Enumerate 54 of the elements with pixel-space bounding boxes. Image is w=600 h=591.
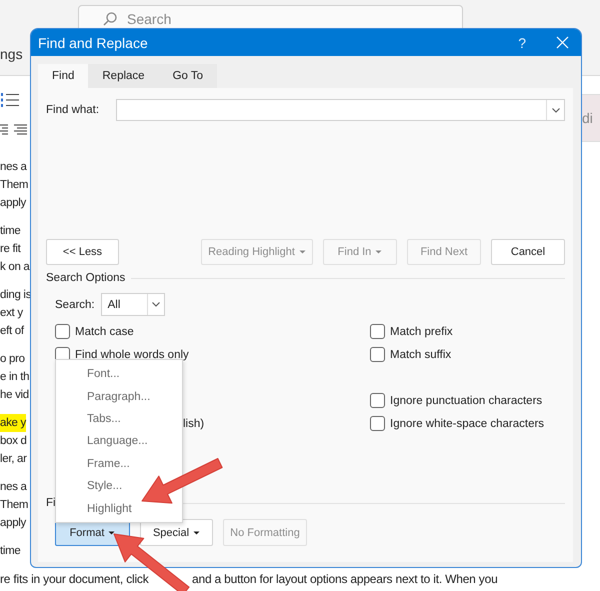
- document-text: re fits in your document, click: [0, 572, 150, 586]
- ribbon-label: ngs: [0, 46, 24, 62]
- button[interactable]: << Less: [46, 239, 119, 265]
- tab[interactable]: Replace: [88, 64, 159, 88]
- menu-item[interactable]: Frame...: [87, 452, 130, 475]
- document-text: Them: [0, 178, 28, 193]
- option-label: lish): [183, 418, 204, 430]
- field-label: Search:: [55, 298, 95, 310]
- section-title: Search Options: [46, 272, 126, 284]
- menu-item[interactable]: Style...: [87, 474, 122, 498]
- checkbox[interactable]: Ignore punctuation characters: [370, 389, 565, 412]
- menu-item[interactable]: Tabs...: [87, 408, 121, 430]
- document-text: ler, ar: [0, 452, 27, 467]
- document-text: k on a: [0, 260, 30, 275]
- checkbox[interactable]: Ignore white-space characters: [370, 412, 565, 435]
- align-icon: [0, 124, 28, 136]
- document-text: o pro: [0, 352, 25, 367]
- menu-item[interactable]: Paragraph...: [87, 385, 150, 408]
- tab[interactable]: Go To: [158, 64, 218, 88]
- document-text: nes a: [0, 480, 27, 495]
- document-text: time: [0, 224, 21, 239]
- menu-item[interactable]: Font...: [87, 363, 120, 386]
- close-icon[interactable]: [556, 36, 569, 49]
- document-text: he vid: [0, 388, 29, 403]
- checkbox[interactable]: Match prefix: [370, 320, 565, 343]
- document-text: time: [0, 544, 21, 559]
- document-text: apply: [0, 196, 26, 211]
- search-icon: [103, 12, 117, 26]
- highlighted-text: ake y: [0, 414, 26, 432]
- window-title: Find and Replace: [38, 34, 148, 50]
- help-button[interactable]: ?: [518, 34, 526, 50]
- search-scope-dropdown[interactable]: All: [100, 293, 165, 316]
- document-text: box d: [0, 434, 27, 449]
- numbered-list-icon: [0, 92, 20, 108]
- document-text: e in th: [0, 370, 30, 385]
- document-text: ext y: [0, 306, 23, 321]
- chevron-icon: [152, 302, 160, 307]
- field-label: Find what:: [46, 104, 100, 116]
- menu-item[interactable]: Language...: [87, 430, 148, 453]
- tab[interactable]: Find: [38, 64, 88, 88]
- document-text: nes a: [0, 160, 27, 175]
- document-text: apply: [0, 516, 26, 531]
- find-what-field[interactable]: [116, 99, 565, 121]
- menu-item[interactable]: Highlight: [87, 497, 132, 520]
- document-text: re fit: [0, 242, 21, 257]
- checkbox[interactable]: Match suffix: [370, 343, 565, 366]
- button[interactable]: Special: [140, 519, 213, 546]
- button[interactable]: Cancel: [491, 239, 565, 265]
- chevron-icon: [552, 108, 560, 112]
- document-text: Them: [0, 498, 28, 513]
- section-title: Fi: [46, 497, 56, 509]
- document-text: eft of: [0, 324, 24, 339]
- document-text: and a button for layout options appears next to it. When you: [192, 572, 498, 586]
- checkbox[interactable]: Match case: [55, 320, 370, 343]
